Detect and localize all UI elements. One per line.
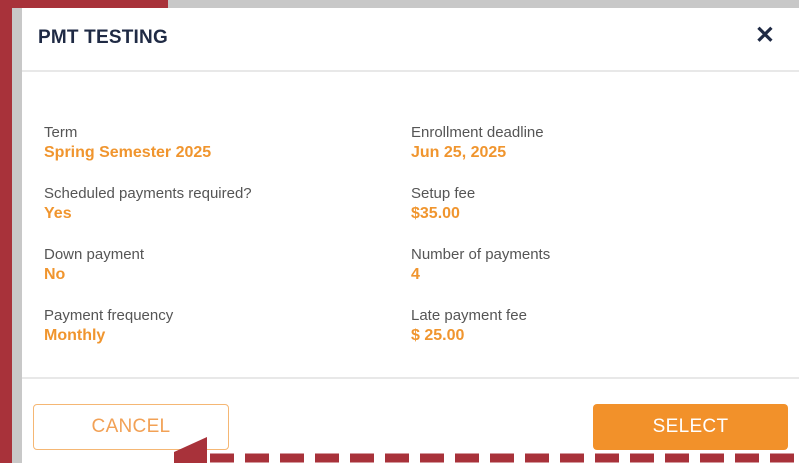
annotation-arrow [174, 437, 799, 463]
arrow-head-icon [174, 437, 207, 463]
